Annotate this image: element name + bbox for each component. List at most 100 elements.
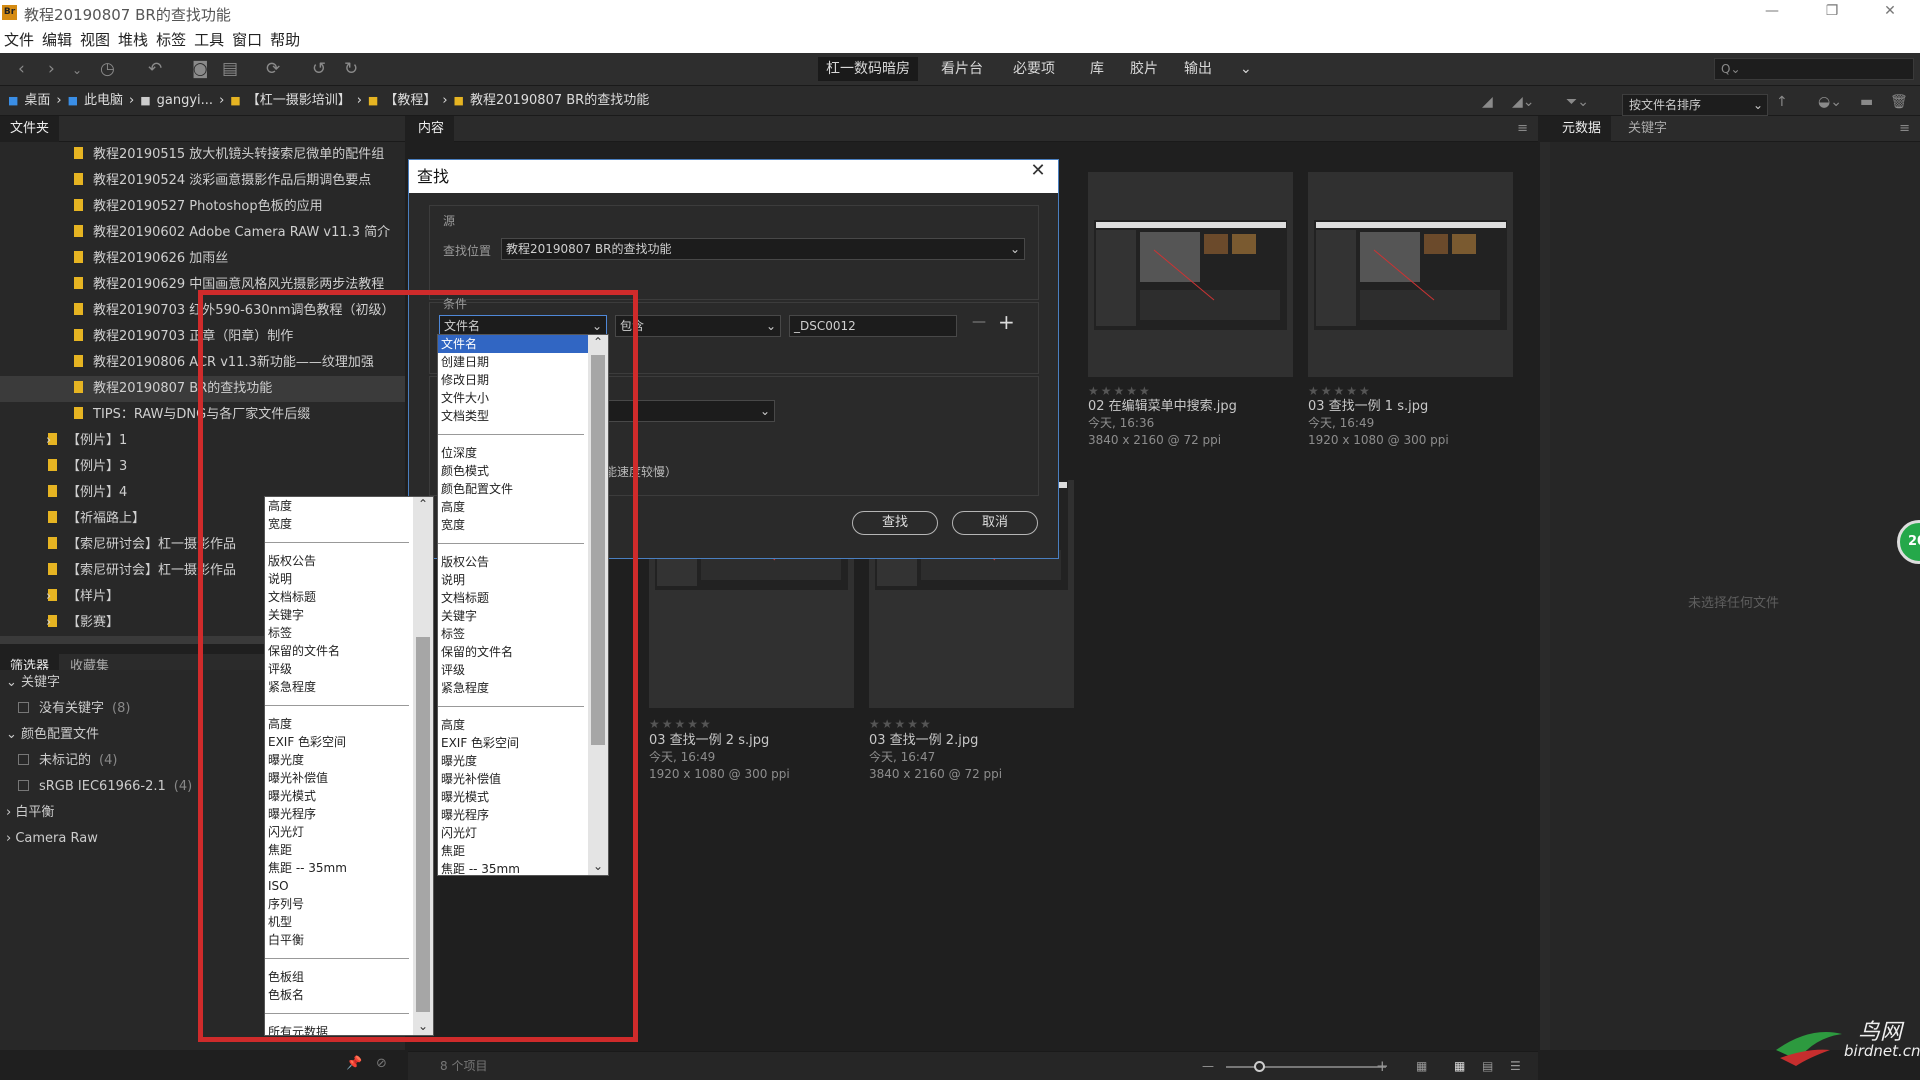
menu-item[interactable]: 工具 — [194, 28, 224, 53]
folder-icon — [74, 173, 83, 185]
workspace-more[interactable]: ⌄ — [1232, 57, 1260, 81]
toolbar: ‹ › ⌄ ◷ ↶ ◙ ▤ ⟳ ↺ ↻ 杠一数码暗房 看片台 必要项库胶片 输出 ⌄ … — [0, 53, 1920, 86]
breadcrumb-item[interactable]: 此电脑 — [84, 93, 123, 108]
workspace-tab[interactable]: 必要项 — [1005, 57, 1063, 81]
chevron-down-icon: ⌄ — [6, 675, 22, 690]
tab-folders[interactable]: 文件夹 — [0, 116, 60, 142]
restore-icon[interactable]: ❐ — [1812, 3, 1852, 19]
filter-icon[interactable]: ⏷⌄ — [1566, 94, 1589, 110]
quality-icon[interactable]: ◢ — [1482, 94, 1493, 110]
folder-item[interactable]: 教程20190626 加雨丝 — [0, 246, 405, 272]
tab-keywords[interactable]: 关键字 — [1618, 116, 1677, 142]
close-icon[interactable]: ✕ — [1028, 160, 1048, 181]
panel-menu-icon[interactable]: ≡ — [1899, 116, 1910, 142]
sort-label: 按文件名排序 — [1629, 98, 1702, 112]
folder-item[interactable]: 教程20190527 Photoshop色板的应用 — [0, 194, 405, 220]
folder-item[interactable]: 教程20190524 淡彩画意摄影作品后期调色要点 — [0, 168, 405, 194]
add-criteria-button[interactable]: + — [998, 310, 1015, 334]
sync-icon[interactable]: ⟳ — [266, 59, 280, 79]
find-button[interactable]: 查找 — [852, 511, 938, 535]
folder-label: 【例片】4 — [67, 485, 128, 500]
menu-item[interactable]: 视图 — [80, 28, 110, 53]
recent-icon[interactable]: ◷ — [100, 59, 115, 79]
rotate-left-icon[interactable]: ↺ — [312, 59, 326, 79]
refine-icon[interactable]: ▤ — [222, 59, 238, 79]
folders-tabbar: 文件夹 — [0, 116, 405, 142]
clear-filter-icon[interactable]: ⊘ — [376, 1056, 387, 1071]
rating-stars[interactable]: ★★★★★ — [1308, 384, 1372, 398]
zoom-slider[interactable] — [1226, 1066, 1386, 1068]
folder-label: 【样片】 — [67, 589, 120, 604]
desktop-icon: ■ — [8, 94, 19, 107]
folder-icon — [48, 511, 57, 523]
chevron-right-icon: › — [6, 831, 16, 846]
location-select[interactable]: 教程20190807 BR的查找功能 ⌄ — [501, 238, 1025, 260]
file-info: 1920 x 1080 @ 300 ppi — [649, 767, 790, 781]
breadcrumb-item[interactable]: 教程20190807 BR的查找功能 — [470, 93, 649, 108]
file-date: 今天, 16:49 — [649, 750, 716, 764]
zoom-slider-handle[interactable] — [1254, 1061, 1265, 1072]
rating-stars[interactable]: ★★★★★ — [649, 717, 713, 731]
content-scrollbar[interactable] — [1540, 142, 1550, 1050]
workspace-tab[interactable]: 看片台 — [933, 57, 991, 81]
menu-item[interactable]: 文件 — [4, 28, 34, 53]
minimize-icon[interactable]: — — [1752, 3, 1792, 19]
filter-count: (4) — [99, 753, 118, 768]
breadcrumb-item[interactable]: 桌面 — [24, 93, 50, 108]
new-folder-icon[interactable]: ▬ — [1860, 94, 1873, 110]
rating-stars[interactable]: ★★★★★ — [869, 717, 933, 731]
breadcrumb-item[interactable]: 【教程】 — [384, 93, 436, 108]
sort-select[interactable]: 按文件名排序 ⌄ — [1622, 94, 1768, 116]
open-recent-icon[interactable]: ◒⌄ — [1818, 94, 1842, 110]
file-name: 03 查找一例 2 s.jpg — [649, 733, 770, 748]
sort-direction-icon[interactable]: ↑ — [1776, 94, 1788, 110]
criteria-operator-select[interactable]: 包含 ⌄ — [615, 315, 781, 337]
checkbox[interactable] — [18, 780, 29, 791]
file-name: 02 在编辑菜单中搜索.jpg — [1088, 399, 1237, 414]
remove-criteria-button[interactable]: — — [972, 314, 986, 330]
thumbnail-card[interactable] — [1088, 172, 1293, 377]
back-icon[interactable]: ‹ — [18, 59, 25, 79]
workspace-tab[interactable]: 库 — [1082, 57, 1112, 81]
rating-stars[interactable]: ★★★★★ — [1088, 384, 1152, 398]
rotate-right-icon[interactable]: ↻ — [344, 59, 358, 79]
pin-icon[interactable]: 📌 — [346, 1056, 362, 1071]
delete-icon[interactable]: 🗑 — [1890, 94, 1908, 110]
content-tabbar: 内容 ≡ — [408, 116, 1538, 142]
breadcrumb-item[interactable]: 【杠一摄影培训】 — [247, 93, 351, 108]
checkbox[interactable] — [18, 702, 29, 713]
thumbnail-card[interactable] — [1308, 172, 1513, 377]
rating-filter-icon[interactable]: ◢⌄ — [1512, 94, 1535, 110]
zoom-in-icon[interactable]: + — [1376, 1052, 1389, 1080]
thumbnail-view-icon[interactable]: ▦ — [1454, 1052, 1465, 1080]
menu-item[interactable]: 标签 — [156, 28, 186, 53]
menu-item[interactable]: 帮助 — [270, 28, 300, 53]
workspace-tab[interactable]: 杠一数码暗房 — [818, 57, 918, 81]
breadcrumb-item[interactable]: gangyi... — [157, 93, 213, 108]
filter-label: Camera Raw — [15, 831, 98, 846]
panel-menu-icon[interactable]: ≡ — [1517, 116, 1528, 142]
return-icon[interactable]: ↶ — [148, 59, 162, 79]
forward-icon[interactable]: › — [48, 59, 55, 79]
folder-item[interactable]: 教程20190602 Adobe Camera RAW v11.3 简介 — [0, 220, 405, 246]
cancel-button[interactable]: 取消 — [952, 511, 1038, 535]
workspace-tab[interactable]: 胶片 — [1122, 57, 1166, 81]
grid-lock-icon[interactable]: ▦ — [1416, 1052, 1427, 1080]
search-input[interactable]: Q⌄ — [1714, 58, 1914, 80]
list-view-icon[interactable]: ☰ — [1510, 1052, 1521, 1080]
chevron-down-icon[interactable]: ⌄ — [72, 63, 82, 77]
criteria-value-input[interactable]: _DSC0012 — [789, 315, 957, 337]
close-icon[interactable]: ✕ — [1870, 3, 1910, 19]
camera-icon[interactable]: ◙ — [192, 59, 209, 79]
checkbox[interactable] — [18, 754, 29, 765]
workspace-tab[interactable]: 输出 — [1176, 57, 1220, 81]
tab-content[interactable]: 内容 — [408, 116, 455, 142]
folder-item[interactable]: 教程20190515 放大机镜头转接索尼微单的配件组 — [0, 142, 405, 168]
menu-item[interactable]: 窗口 — [232, 28, 262, 53]
menu-item[interactable]: 堆栈 — [118, 28, 148, 53]
tab-metadata[interactable]: 元数据 — [1552, 116, 1612, 142]
details-view-icon[interactable]: ▤ — [1482, 1052, 1493, 1080]
folder-icon — [74, 199, 83, 211]
menu-item[interactable]: 编辑 — [42, 28, 72, 53]
zoom-out-icon[interactable]: — — [1202, 1052, 1214, 1080]
